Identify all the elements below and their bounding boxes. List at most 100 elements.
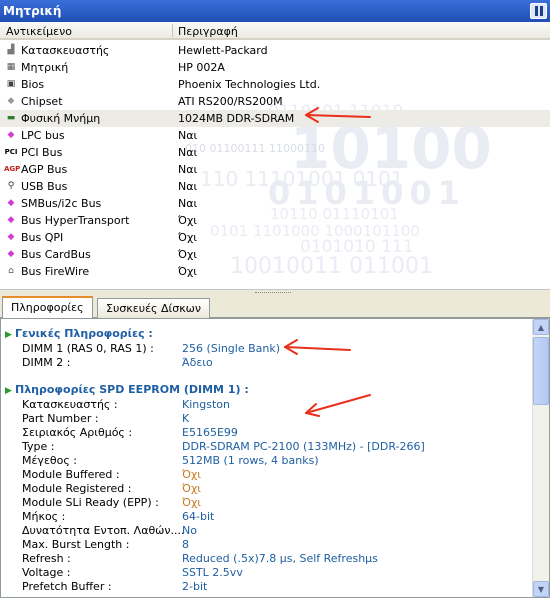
list-row[interactable]: ◆ Bus CardBus Όχι	[0, 246, 550, 263]
firewire-icon: ⌂	[8, 266, 14, 276]
detail-key: Module SLi Ready (EPP) :	[22, 496, 159, 509]
bus-diamond-icon: ◆	[7, 232, 15, 242]
row-item-value: HP 002A	[178, 61, 225, 74]
column-header-item[interactable]: Αντικείμενο	[6, 25, 72, 38]
detail-value: Άδειο	[182, 356, 213, 369]
detail-row[interactable]: Κατασκευαστής : Kingston	[1, 398, 521, 412]
list-row[interactable]: ▣ Bios Phoenix Technologies Ltd.	[0, 76, 550, 93]
row-item-value: Όχι	[178, 265, 198, 278]
row-item-name: Bus QPI	[21, 231, 64, 244]
row-item-name: Φυσική Μνήμη	[21, 112, 101, 125]
row-item-name: Μητρική	[21, 61, 69, 74]
detail-row[interactable]: Type : DDR-SDRAM PC-2100 (133MHz) - [DDR-…	[1, 440, 521, 454]
row-item-value: Ναι	[178, 146, 198, 159]
list-row[interactable]: ◆ Bus HyperTransport Όχι	[0, 212, 550, 229]
detail-value: K	[182, 412, 190, 425]
detail-value: DDR-SDRAM PC-2100 (133MHz) - [DDR-266]	[182, 440, 425, 453]
row-item-value: Phoenix Technologies Ltd.	[178, 78, 321, 91]
detail-row[interactable]: Module Registered : Όχι	[1, 482, 521, 496]
window-title: Μητρική	[3, 4, 62, 18]
list-row[interactable]: AGP AGP Bus Ναι	[0, 161, 550, 178]
bus-diamond-icon: ◆	[7, 215, 15, 225]
factory-icon: ▟	[7, 45, 15, 55]
device-list: Αντικείμενο Περιγραφή 0110101 11010 1010…	[0, 22, 550, 290]
detail-key: DIMM 2 :	[22, 356, 71, 369]
detail-row[interactable]: Μέγεθος : 512MB (1 rows, 4 banks)	[1, 454, 521, 468]
detail-row[interactable]: Module SLi Ready (EPP) : Όχι	[1, 496, 521, 510]
list-row[interactable]: ◆ Chipset ATI RS200/RS200M	[0, 93, 550, 110]
detail-value: Kingston	[182, 398, 230, 411]
list-row[interactable]: ◆ LPC bus Ναι	[0, 127, 550, 144]
row-item-value: Ναι	[178, 180, 198, 193]
detail-key: Voltage :	[22, 566, 71, 579]
detail-row[interactable]: DIMM 2 : Άδειο	[1, 356, 521, 370]
tab-bar: Πληροφορίες Συσκευές Δίσκων	[0, 296, 550, 319]
detail-key: Max. Burst Length :	[22, 538, 130, 551]
list-row[interactable]: ◆ Bus QPI Όχι	[0, 229, 550, 246]
splitter-grip[interactable]	[255, 292, 291, 294]
expand-triangle-icon: ▶	[5, 330, 12, 340]
list-row[interactable]: ⚲ USB Bus Ναι	[0, 178, 550, 195]
list-row[interactable]: ◆ SMBus/i2c Bus Ναι	[0, 195, 550, 212]
detail-key: Σειριακός Αριθμός :	[22, 426, 133, 439]
ram-module-icon: ▬	[6, 113, 16, 123]
list-row[interactable]: PCI PCI Bus Ναι	[0, 144, 550, 161]
detail-value: 64-bit	[182, 510, 215, 523]
scroll-thumb[interactable]	[533, 337, 549, 405]
detail-row[interactable]: Part Number : K	[1, 412, 521, 426]
list-row[interactable]: ▦ Μητρική HP 002A	[0, 59, 550, 76]
row-item-name: Bus FireWire	[21, 265, 90, 278]
row-item-name: PCI Bus	[21, 146, 63, 159]
row-item-name: USB Bus	[21, 180, 68, 193]
detail-value: Όχι	[182, 496, 202, 509]
tab-disk-devices[interactable]: Συσκευές Δίσκων	[97, 298, 211, 318]
detail-key: Δυνατότητα Εντοπ. Λαθών....	[22, 524, 185, 537]
list-header: Αντικείμενο Περιγραφή	[0, 22, 550, 40]
detail-row[interactable]: Voltage : SSTL 2.5vv	[1, 566, 521, 580]
detail-row[interactable]: Module Buffered : Όχι	[1, 468, 521, 482]
list-row[interactable]: ▬ Φυσική Μνήμη 1024MB DDR-SDRAM	[0, 110, 550, 127]
window-titlebar: Μητρική	[0, 0, 550, 22]
detail-value: Όχι	[182, 468, 202, 481]
detail-row[interactable]: DIMM 1 (RAS 0, RAS 1) : 256 (Single Bank)	[1, 342, 521, 356]
section-general-info[interactable]: ▶ Γενικές Πληροφορίες :	[5, 327, 153, 340]
detail-row[interactable]: Σειριακός Αριθμός : E5165E99	[1, 426, 521, 440]
pci-icon: PCI	[4, 148, 18, 156]
row-item-name: Bus CardBus	[21, 248, 91, 261]
detail-value: Reduced (.5x)7.8 µs, Self Refreshµs	[182, 552, 378, 565]
detail-key: DIMM 1 (RAS 0, RAS 1) :	[22, 342, 154, 355]
column-header-description[interactable]: Περιγραφή	[178, 25, 238, 38]
column-divider[interactable]	[172, 24, 173, 37]
detail-row[interactable]: Prefetch Buffer : 2-bit	[1, 580, 521, 594]
scroll-down-icon[interactable]: ▼	[533, 581, 549, 597]
detail-value: No	[182, 524, 197, 537]
detail-value: E5165E99	[182, 426, 238, 439]
row-item-name: Κατασκευαστής	[21, 44, 110, 57]
tab-information[interactable]: Πληροφορίες	[2, 296, 93, 319]
detail-value: Όχι	[182, 482, 202, 495]
row-item-value: Ναι	[178, 197, 198, 210]
row-item-value: 1024MB DDR-SDRAM	[178, 112, 295, 125]
row-item-name: LPC bus	[21, 129, 65, 142]
detail-value: 2-bit	[182, 580, 208, 593]
detail-row[interactable]: Μήκος : 64-bit	[1, 510, 521, 524]
detail-key: Μήκος :	[22, 510, 66, 523]
row-item-value: Hewlett-Packard	[178, 44, 268, 57]
detail-key: Module Registered :	[22, 482, 132, 495]
detail-row[interactable]: Refresh : Reduced (.5x)7.8 µs, Self Refre…	[1, 552, 521, 566]
row-item-name: SMBus/i2c Bus	[21, 197, 102, 210]
usb-icon: ⚲	[7, 181, 15, 191]
detail-row[interactable]: Δυνατότητα Εντοπ. Λαθών.... No	[1, 524, 521, 538]
detail-row[interactable]: Max. Burst Length : 8	[1, 538, 521, 552]
section-spd-eeprom[interactable]: ▶ Πληροφορίες SPD EEPROM (DIMM 1) :	[5, 383, 249, 396]
bus-diamond-icon: ◆	[7, 249, 15, 259]
detail-key: Part Number :	[22, 412, 99, 425]
scroll-up-icon[interactable]: ▲	[533, 319, 549, 335]
list-row[interactable]: ⌂ Bus FireWire Όχι	[0, 263, 550, 280]
detail-value: 512MB (1 rows, 4 banks)	[182, 454, 319, 467]
vertical-scrollbar[interactable]: ▲ ▼	[532, 319, 549, 597]
list-row[interactable]: ▟ Κατασκευαστής Hewlett-Packard	[0, 42, 550, 59]
detail-key: Type :	[22, 440, 55, 453]
detail-key: Module Buffered :	[22, 468, 120, 481]
pause-icon[interactable]	[530, 3, 547, 19]
